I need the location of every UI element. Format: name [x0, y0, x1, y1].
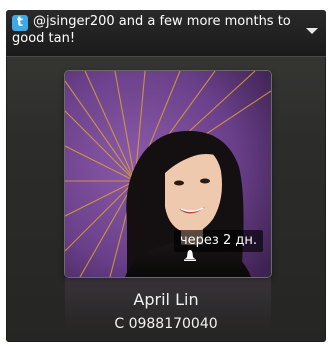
dropdown-chevron-icon[interactable] [306, 28, 318, 34]
contact-photo[interactable]: через 2 дн. [65, 71, 271, 277]
update-timestamp: через 2 дн. [174, 230, 263, 261]
status-message: @jsinger200 and a few more months to goo… [12, 14, 291, 46]
contact-name: April Lin [133, 290, 199, 309]
contact-phone[interactable]: C 0988170040 [6, 315, 326, 333]
status-update-bar[interactable]: t @jsinger200 and a few more months to g… [6, 10, 326, 57]
bell-icon [184, 250, 196, 261]
contact-widget[interactable]: t @jsinger200 and a few more months to g… [6, 10, 326, 342]
timestamp-text: через 2 дн. [180, 233, 257, 248]
